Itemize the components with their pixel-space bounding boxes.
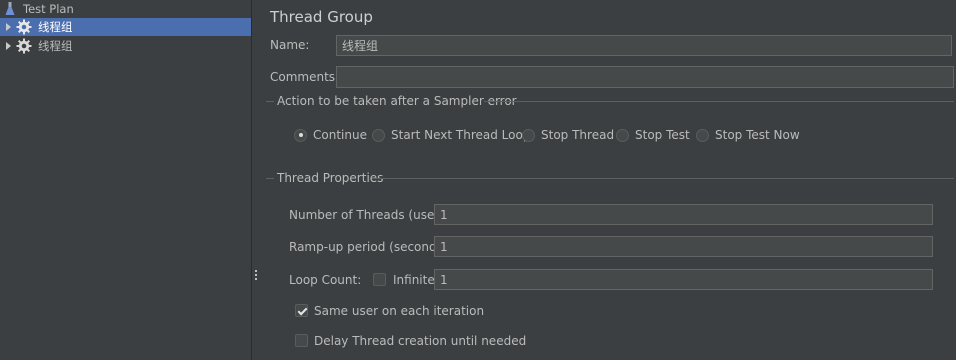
radio-stop-test-now[interactable]: Stop Test Now bbox=[696, 128, 800, 142]
chevron-right-icon[interactable] bbox=[6, 42, 11, 50]
grip-dot bbox=[255, 278, 257, 280]
thread-properties-group-title: Thread Properties bbox=[277, 171, 384, 185]
tree-item-label: 线程组 bbox=[38, 39, 73, 53]
grip-dot bbox=[255, 274, 257, 276]
loop-count-label: Loop Count: bbox=[289, 273, 362, 287]
splitter-handle[interactable] bbox=[251, 0, 260, 360]
radio-label: Start Next Thread Loop bbox=[391, 128, 531, 142]
radio-stop-thread[interactable]: Stop Thread bbox=[522, 128, 614, 142]
radio-button[interactable] bbox=[616, 128, 629, 142]
comments-field[interactable] bbox=[336, 66, 954, 88]
radio-button[interactable] bbox=[522, 128, 535, 142]
radio-stop-test[interactable]: Stop Test bbox=[616, 128, 690, 142]
radio-button[interactable] bbox=[372, 128, 385, 142]
group-border bbox=[372, 178, 954, 179]
radio-button[interactable] bbox=[696, 128, 709, 142]
jmeter-window: Test Plan 线程组 线程组 Thread Group Name: 线程组… bbox=[0, 0, 956, 360]
infinite-label: Infinite bbox=[393, 273, 435, 287]
name-field[interactable] bbox=[336, 35, 952, 56]
name-label: Name: bbox=[270, 38, 310, 52]
grip-dot bbox=[255, 270, 257, 272]
rampup-label: Ramp-up period (seconds): bbox=[289, 240, 452, 254]
threads-label: Number of Threads (users): bbox=[289, 208, 455, 222]
radio-label: Continue bbox=[313, 128, 367, 142]
tree-item-label: Test Plan bbox=[23, 2, 74, 16]
tree-item-label: 线程组 bbox=[38, 20, 73, 34]
chevron-right-icon[interactable] bbox=[6, 23, 11, 31]
tree-item-thread-group[interactable]: 线程组 bbox=[0, 37, 251, 55]
page-title: Thread Group bbox=[270, 8, 373, 26]
delay-thread-label: Delay Thread creation until needed bbox=[314, 334, 527, 348]
same-user-checkbox[interactable] bbox=[295, 304, 308, 317]
radio-continue[interactable]: Continue bbox=[294, 128, 367, 142]
gear-icon bbox=[16, 19, 32, 35]
group-border bbox=[266, 178, 274, 179]
loop-count-field[interactable] bbox=[434, 269, 933, 290]
radio-label: Stop Test Now bbox=[715, 128, 800, 142]
radio-label: Stop Test bbox=[635, 128, 690, 142]
radio-button[interactable] bbox=[294, 128, 307, 142]
tree-item-test-plan[interactable]: Test Plan bbox=[0, 0, 251, 18]
tree-item-thread-group[interactable]: 线程组 bbox=[0, 18, 251, 36]
radio-start-next-thread-loop[interactable]: Start Next Thread Loop bbox=[372, 128, 530, 142]
group-border bbox=[266, 101, 274, 102]
radio-label: Stop Thread bbox=[541, 128, 615, 142]
test-plan-tree: Test Plan 线程组 线程组 bbox=[0, 0, 251, 360]
thread-group-panel: Thread Group Name: Comments: Action to b… bbox=[260, 0, 956, 360]
threads-field[interactable] bbox=[434, 204, 933, 225]
group-border bbox=[484, 101, 954, 102]
flask-icon bbox=[5, 2, 15, 16]
infinite-checkbox[interactable] bbox=[373, 273, 386, 286]
delay-thread-checkbox[interactable] bbox=[295, 334, 308, 347]
comments-label: Comments: bbox=[270, 70, 340, 84]
gear-icon bbox=[16, 38, 32, 54]
sampler-error-group-title: Action to be taken after a Sampler error bbox=[277, 94, 517, 108]
rampup-field[interactable] bbox=[434, 236, 933, 257]
same-user-label: Same user on each iteration bbox=[314, 304, 485, 318]
